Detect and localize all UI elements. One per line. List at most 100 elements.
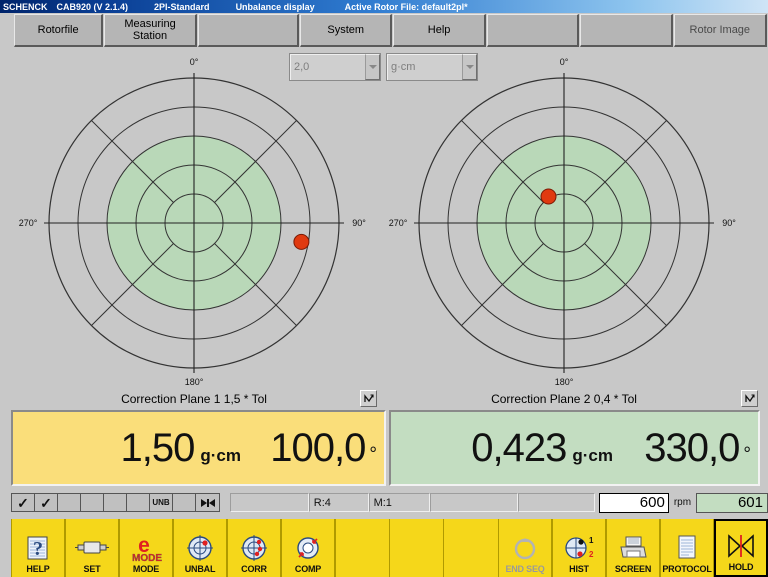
svg-text:?: ?: [33, 538, 43, 560]
toolbar-left-edge: [0, 519, 11, 577]
menu-item-rotor-image[interactable]: Rotor Image: [673, 14, 767, 47]
menu-item-rotorfile[interactable]: Rotorfile: [13, 14, 104, 47]
e-mode-icon: e MODE: [128, 533, 164, 563]
document-icon: [675, 533, 699, 563]
toolbar-spacer: [443, 519, 498, 577]
status-field-run: R:4: [308, 493, 369, 512]
rpm-unit-label: rpm: [673, 497, 692, 508]
toolbar-button-unbal-label: UNBAL: [184, 564, 216, 574]
polar-plot-plane-1[interactable]: 0° 90° 180° 270°: [14, 55, 374, 390]
menu-item-measuring-station[interactable]: Measuring Station: [104, 14, 197, 47]
readout-plane-2-angle-group: 330,0 °: [613, 426, 758, 471]
polar-label-right-1: 90°: [352, 218, 366, 228]
menu-item-system[interactable]: System: [300, 14, 393, 47]
polar-label-left-2: 270°: [389, 218, 408, 228]
toolbar-button-protocol[interactable]: PROTOCOL: [660, 519, 714, 577]
mode-label: Unbalance display: [235, 1, 315, 12]
toolbar-button-comp[interactable]: COMP: [281, 519, 335, 577]
readout-plane-1-angle: 100,0: [270, 425, 366, 470]
status-field-blank-2: [430, 493, 518, 512]
status-field-blank-1: [229, 493, 309, 512]
toolbar-button-hold-label: HOLD: [728, 562, 754, 572]
readout-plane-1-angle-group: 100,0 °: [241, 426, 384, 471]
readout-plane-1: 1,50 g·cm 100,0 °: [11, 410, 386, 486]
unbalance-target-icon: [186, 533, 214, 563]
readout-plane-2-degree-symbol: °: [743, 443, 751, 465]
hold-icon: [726, 531, 756, 561]
toolbar-button-end-seq[interactable]: END SEQ: [498, 519, 552, 577]
bottom-toolbar: ? HELP SET e MODE MODE UNBAL CORR COMP E…: [0, 519, 768, 577]
readout-plane-2-unit: g·cm: [572, 445, 613, 465]
app-version-label: CAB920 (V 2.1.4): [56, 1, 129, 12]
toolbar-button-mode[interactable]: e MODE MODE: [119, 519, 173, 577]
trend-chart-icon[interactable]: [741, 390, 758, 407]
toolbar-button-hold[interactable]: HOLD: [714, 519, 768, 577]
readout-plane-2-amount-group: 0,423 g·cm: [391, 426, 613, 471]
toolbar-button-comp-label: COMP: [294, 564, 322, 574]
polar-label-bottom-2: 180°: [555, 377, 574, 387]
correction-target-icon: [240, 533, 268, 563]
toolbar-button-set[interactable]: SET: [65, 519, 119, 577]
status-indicator-group: ✓ ✓ UNB: [11, 493, 220, 512]
readout-plane-2-amount: 0,423: [471, 425, 567, 470]
menu-bar: Rotorfile Measuring Station System Help R…: [0, 14, 768, 50]
toolbar-button-hist[interactable]: 1 2 HIST: [552, 519, 606, 577]
status-field-measurement: M:1: [368, 493, 431, 512]
toolbar-button-blank-1[interactable]: [335, 519, 389, 577]
unbalance-marker: [540, 188, 557, 205]
active-rotor-file-label: Active Rotor File: default2pl*: [344, 1, 468, 12]
end-sequence-icon: [512, 533, 538, 563]
menu-item-empty-1[interactable]: [197, 14, 300, 47]
rpm-setpoint-input[interactable]: 600: [598, 492, 669, 513]
menu-item-measuring-station-label: Measuring Station: [124, 18, 176, 42]
toolbar-button-screen-label: SCREEN: [614, 564, 652, 574]
status-cell-3: [58, 494, 81, 511]
svg-text:1: 1: [589, 536, 594, 545]
status-cell-6: [127, 494, 150, 511]
toolbar-button-screen[interactable]: SCREEN: [606, 519, 660, 577]
readout-plane-2: 0,423 g·cm 330,0 °: [389, 410, 760, 486]
svg-text:MODE: MODE: [132, 553, 162, 563]
unbalance-marker: [293, 233, 310, 250]
window-title-bar: SCHENCK CAB920 (V 2.1.4) 2Pl-Standard Un…: [0, 0, 768, 13]
toolbar-button-blank-2[interactable]: [389, 519, 443, 577]
status-cell-4: [81, 494, 104, 511]
svg-text:2: 2: [589, 550, 594, 559]
plane-2-caption: Correction Plane 2 0,4 * Tol: [384, 389, 744, 408]
toolbar-button-help[interactable]: ? HELP: [11, 519, 65, 577]
polar-label-bottom-1: 180°: [185, 377, 204, 387]
polar-label-top-2: 0°: [560, 57, 569, 67]
menu-left-spacer: [0, 14, 14, 47]
rotor-set-icon: [75, 533, 109, 563]
menu-item-empty-2[interactable]: [486, 14, 580, 47]
toolbar-button-corr[interactable]: CORR: [227, 519, 281, 577]
menu-item-empty-3[interactable]: [580, 14, 673, 47]
status-cell-5: [104, 494, 127, 511]
polar-label-right-2: 90°: [722, 218, 736, 228]
status-cell-check-2: ✓: [35, 494, 58, 511]
polar-label-top-1: 0°: [190, 57, 199, 67]
polar-label-left-1: 270°: [19, 218, 38, 228]
polar-plot-plane-2[interactable]: 0° 90° 180° 270°: [384, 55, 744, 390]
readout-plane-1-degree-symbol: °: [369, 443, 377, 465]
status-cell-bowtie-icon: [196, 494, 219, 511]
help-question-icon: ?: [25, 533, 51, 563]
toolbar-button-end-seq-label: END SEQ: [505, 564, 545, 574]
toolbar-button-unbal[interactable]: UNBAL: [173, 519, 227, 577]
plane-1-caption: Correction Plane 1 1,5 * Tol: [14, 389, 374, 408]
status-cell-unb: UNB: [150, 494, 173, 511]
readout-plane-2-angle: 330,0: [644, 425, 740, 470]
toolbar-button-set-label: SET: [83, 564, 101, 574]
trend-chart-icon[interactable]: [360, 390, 377, 407]
menu-item-help[interactable]: Help: [393, 14, 486, 47]
compensation-icon: [293, 533, 323, 563]
readout-plane-1-amount-group: 1,50 g·cm: [13, 426, 241, 471]
toolbar-button-hist-label: HIST: [569, 564, 589, 574]
status-bar: ✓ ✓ UNB R:4 M:1 600 rpm 601: [0, 489, 768, 516]
toolbar-button-corr-label: CORR: [241, 564, 267, 574]
readout-plane-1-amount: 1,50: [120, 425, 196, 470]
status-cell-8: [173, 494, 196, 511]
standard-label: 2Pl-Standard: [154, 1, 210, 12]
readout-plane-1-unit: g·cm: [200, 445, 241, 465]
status-cell-check-1: ✓: [12, 494, 35, 511]
